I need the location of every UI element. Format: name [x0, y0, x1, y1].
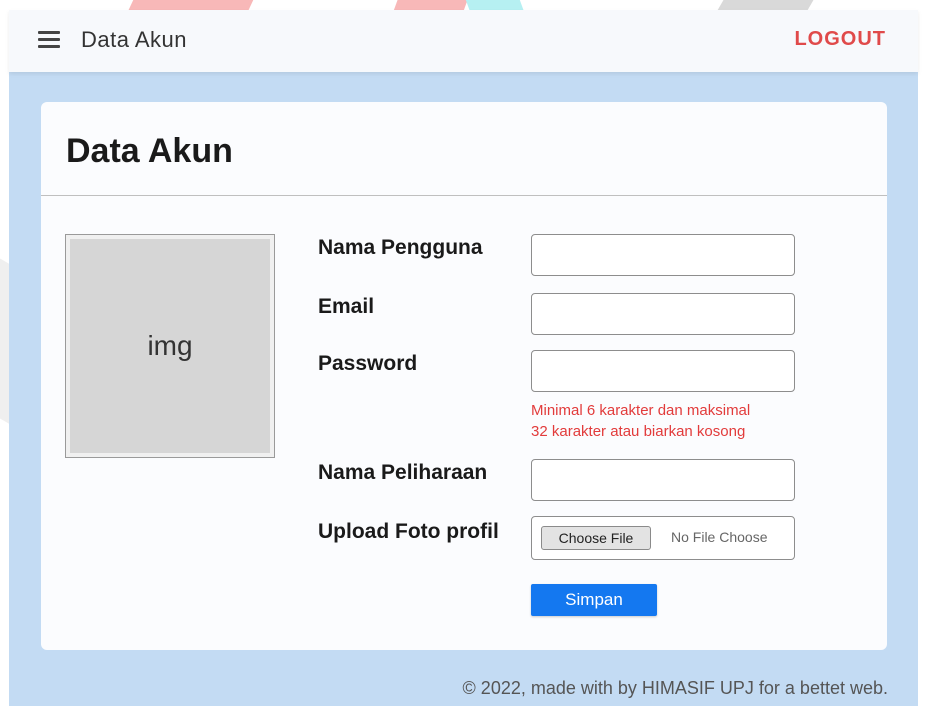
- email-field[interactable]: [531, 293, 795, 335]
- pet-name-label: Nama Peliharaan: [318, 461, 488, 484]
- hamburger-menu-icon[interactable]: [38, 31, 60, 49]
- logout-link[interactable]: LOGOUT: [794, 28, 886, 51]
- profile-image-placeholder: img: [70, 239, 270, 453]
- password-hint-line: 32 karakter atau biarkan kosong: [531, 423, 746, 440]
- password-hint: Minimal 6 karakter dan maksimal 32 karak…: [531, 400, 811, 442]
- username-label: Nama Pengguna: [318, 236, 483, 259]
- file-upload-field: Choose File No File Choose: [531, 516, 795, 560]
- password-field[interactable]: [531, 350, 795, 392]
- page-title: Data Akun: [66, 132, 233, 170]
- username-field[interactable]: [531, 234, 795, 276]
- upload-photo-label: Upload Foto profil: [318, 520, 499, 543]
- profile-image-frame: img: [65, 234, 275, 458]
- password-label: Password: [318, 352, 418, 375]
- account-card: Data Akun img Nama Pengguna Email Passwo…: [41, 102, 887, 650]
- top-navbar: Data Akun LOGOUT: [9, 10, 918, 72]
- app-frame: Data Akun LOGOUT Data Akun img Nama Peng…: [9, 10, 918, 706]
- footer-credit: © 2022, made with by HIMASIF UPJ for a b…: [462, 678, 888, 698]
- file-status-text: No File Choose: [671, 529, 768, 545]
- pet-name-field[interactable]: [531, 459, 795, 501]
- divider: [41, 195, 887, 196]
- save-button[interactable]: Simpan: [531, 584, 657, 616]
- email-label: Email: [318, 295, 375, 318]
- choose-file-button[interactable]: Choose File: [541, 526, 651, 550]
- navbar-title: Data Akun: [81, 27, 188, 52]
- password-hint-line: Minimal 6 karakter dan maksimal: [531, 402, 751, 419]
